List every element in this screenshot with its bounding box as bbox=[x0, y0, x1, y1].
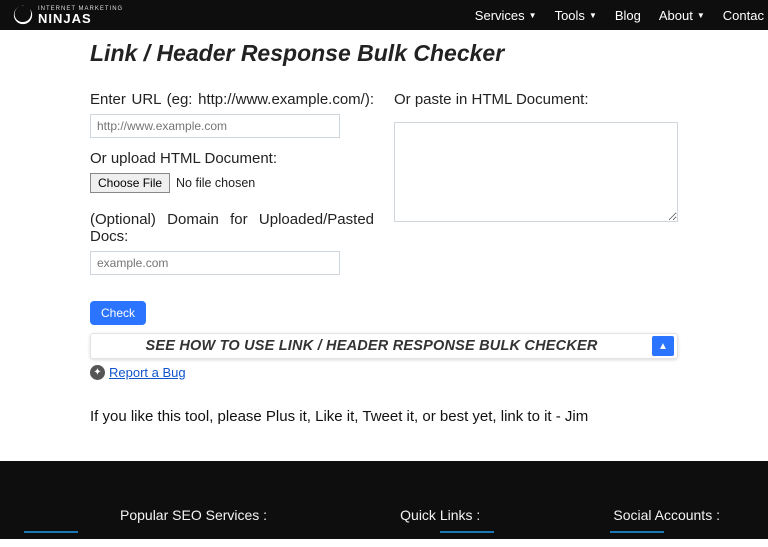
footer: Popular SEO Services : Quick Links : Soc… bbox=[0, 461, 768, 539]
paste-label: Or paste in HTML Document: bbox=[394, 91, 678, 108]
footer-col-links: Quick Links : bbox=[400, 507, 480, 523]
navbar: INTERNET MARKETING NINJAS Services▼ Tool… bbox=[0, 0, 768, 30]
footer-col-services: Popular SEO Services : bbox=[120, 507, 267, 523]
url-input[interactable] bbox=[90, 114, 340, 138]
form-left-column: Enter URL (eg: http://www.example.com/):… bbox=[90, 91, 374, 287]
footer-underline bbox=[24, 531, 78, 533]
footer-col-social: Social Accounts : bbox=[613, 507, 720, 523]
accordion-title: SEE HOW TO USE LINK / HEADER RESPONSE BU… bbox=[91, 338, 652, 354]
page-title: Link / Header Response Bulk Checker bbox=[90, 40, 678, 67]
report-bug-link[interactable]: Report a Bug bbox=[109, 365, 186, 380]
upload-label: Or upload HTML Document: bbox=[90, 150, 374, 167]
accordion-toggle-icon[interactable]: ▲ bbox=[652, 336, 674, 356]
nav-contact[interactable]: Contac bbox=[723, 8, 764, 23]
domain-label: (Optional) Domain for Uploaded/Pasted Do… bbox=[90, 211, 374, 245]
how-to-accordion[interactable]: SEE HOW TO USE LINK / HEADER RESPONSE BU… bbox=[90, 333, 678, 359]
chevron-down-icon: ▼ bbox=[697, 11, 705, 20]
nav-blog[interactable]: Blog bbox=[615, 8, 641, 23]
file-input-row: Choose File No file chosen bbox=[90, 173, 374, 193]
nav-about[interactable]: About▼ bbox=[659, 8, 705, 23]
bug-icon: ✦ bbox=[90, 365, 105, 380]
brand-logo[interactable]: INTERNET MARKETING NINJAS bbox=[12, 4, 123, 26]
nav-services[interactable]: Services▼ bbox=[475, 8, 537, 23]
nav-tools[interactable]: Tools▼ bbox=[555, 8, 597, 23]
ninja-swirl-icon bbox=[12, 4, 34, 26]
form-right-column: Or paste in HTML Document: bbox=[394, 91, 678, 287]
choose-file-button[interactable]: Choose File bbox=[90, 173, 170, 193]
footer-underline bbox=[610, 531, 664, 533]
brand-title: NINJAS bbox=[38, 12, 123, 25]
report-bug-row: ✦ Report a Bug bbox=[90, 365, 678, 380]
chevron-down-icon: ▼ bbox=[589, 11, 597, 20]
domain-input[interactable] bbox=[90, 251, 340, 275]
main-container: Link / Header Response Bulk Checker Ente… bbox=[74, 30, 694, 425]
check-button[interactable]: Check bbox=[90, 301, 146, 325]
chevron-down-icon: ▼ bbox=[529, 11, 537, 20]
url-label: Enter URL (eg: http://www.example.com/): bbox=[90, 91, 374, 108]
nav-links: Services▼ Tools▼ Blog About▼ Contac bbox=[475, 8, 764, 23]
like-text: If you like this tool, please Plus it, L… bbox=[90, 408, 678, 425]
html-textarea[interactable] bbox=[394, 122, 678, 222]
footer-underline bbox=[440, 531, 494, 533]
file-status-text: No file chosen bbox=[176, 176, 255, 190]
form-grid: Enter URL (eg: http://www.example.com/):… bbox=[90, 91, 678, 287]
